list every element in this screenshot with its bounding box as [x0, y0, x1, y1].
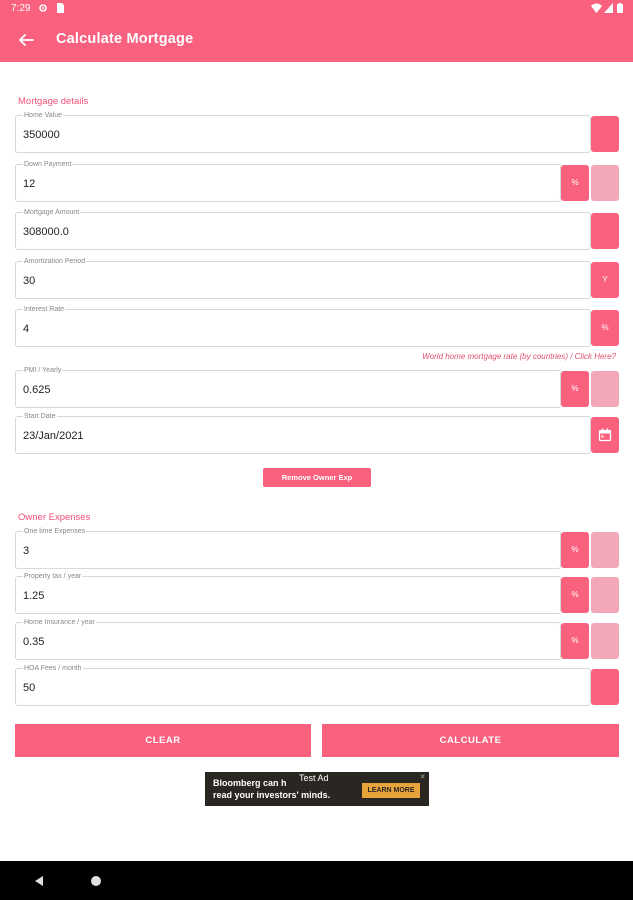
mortgage-amount-button[interactable]	[591, 213, 619, 249]
back-arrow-icon[interactable]	[14, 28, 38, 52]
start-date-input[interactable]: 23/Jan/2021	[23, 430, 84, 442]
pmi-label: PMI / Yearly	[23, 366, 63, 375]
remove-owner-exp-button[interactable]: Remove Owner Exp	[263, 468, 371, 487]
mortgage-amount-input[interactable]: 308000.0	[23, 226, 69, 238]
nav-back-icon[interactable]	[33, 875, 45, 887]
amortization-unit-button[interactable]: Y	[591, 262, 619, 298]
app-bar: Calculate Mortgage	[0, 18, 633, 62]
start-date-field[interactable]: Start Date 23/Jan/2021	[15, 412, 591, 454]
ad-banner[interactable]: Bloomberg can h read your investors' min…	[205, 772, 429, 806]
one-time-expenses-input[interactable]: 3	[23, 545, 29, 557]
pmi-field[interactable]: PMI / Yearly 0.625	[15, 366, 561, 408]
interest-rate-input[interactable]: 4	[23, 323, 29, 335]
one-time-expenses-field[interactable]: One time Expenses 3	[15, 527, 561, 569]
home-value-button[interactable]	[591, 116, 619, 152]
down-payment-field[interactable]: Down Payment 12	[15, 160, 561, 202]
signal-icon	[604, 3, 613, 13]
property-tax-field[interactable]: Property tax / year 1.25	[15, 572, 561, 614]
status-time: 7:29	[11, 3, 31, 14]
calculate-button[interactable]: CALCULATE	[322, 724, 619, 757]
amortization-period-field[interactable]: Amortization Period 30	[15, 257, 591, 299]
home-insurance-input[interactable]: 0.35	[23, 636, 44, 648]
owner-expenses-heading: Owner Expenses	[18, 512, 91, 523]
down-payment-input[interactable]: 12	[23, 178, 35, 190]
gear-icon	[39, 4, 47, 12]
home-value-input[interactable]: 350000	[23, 129, 60, 141]
ad-learn-more-button[interactable]: LEARN MORE	[362, 783, 420, 798]
home-insurance-field[interactable]: Home Insurance / year 0.35	[15, 618, 561, 660]
pmi-input[interactable]: 0.625	[23, 384, 51, 396]
home-value-label: Home Value	[23, 111, 64, 120]
down-payment-unit-button[interactable]: %	[561, 165, 589, 201]
one-time-expenses-toggle-button[interactable]	[591, 532, 619, 568]
world-mortgage-rate-link[interactable]: World home mortgage rate (by countries) …	[422, 352, 616, 361]
interest-rate-field[interactable]: Interest Rate 4	[15, 305, 591, 347]
down-payment-label: Down Payment	[23, 160, 73, 169]
sim-card-icon	[57, 3, 64, 13]
home-insurance-unit-button[interactable]: %	[561, 623, 589, 659]
calendar-button[interactable]	[591, 417, 619, 453]
calendar-icon	[598, 428, 612, 442]
mortgage-amount-field[interactable]: Mortgage Amount 308000.0	[15, 208, 591, 250]
amortization-period-label: Amortization Period	[23, 257, 87, 266]
status-bar: 7:29	[0, 0, 633, 18]
nav-home-icon[interactable]	[91, 876, 101, 886]
hoa-fees-field[interactable]: HOA Fees / month 50	[15, 664, 591, 706]
test-ad-label: Test Ad	[299, 773, 329, 783]
property-tax-unit-button[interactable]: %	[561, 577, 589, 613]
ad-text-line2: read your investors' minds.	[213, 790, 331, 800]
property-tax-label: Property tax / year	[23, 572, 83, 581]
amortization-period-input[interactable]: 30	[23, 275, 35, 287]
battery-icon	[617, 3, 623, 13]
page-title: Calculate Mortgage	[56, 31, 194, 47]
interest-rate-unit-button[interactable]: %	[591, 310, 619, 346]
clear-button[interactable]: CLEAR	[15, 724, 311, 757]
property-tax-toggle-button[interactable]	[591, 577, 619, 613]
pmi-toggle-button[interactable]	[591, 371, 619, 407]
interest-rate-label: Interest Rate	[23, 305, 66, 314]
one-time-expenses-unit-button[interactable]: %	[561, 532, 589, 568]
system-nav-bar	[0, 861, 633, 900]
down-payment-toggle-button[interactable]	[591, 165, 619, 201]
home-value-field[interactable]: Home Value 350000	[15, 111, 591, 153]
home-insurance-label: Home Insurance / year	[23, 618, 96, 627]
start-date-label: Start Date	[23, 412, 57, 421]
wifi-icon	[591, 3, 602, 13]
property-tax-input[interactable]: 1.25	[23, 590, 44, 602]
mortgage-amount-label: Mortgage Amount	[23, 208, 81, 217]
ad-close-icon[interactable]: ✕	[418, 773, 427, 782]
one-time-expenses-label: One time Expenses	[23, 527, 87, 536]
pmi-unit-button[interactable]: %	[561, 371, 589, 407]
hoa-fees-input[interactable]: 50	[23, 682, 35, 694]
hoa-fees-label: HOA Fees / month	[23, 664, 83, 673]
mortgage-details-heading: Mortgage details	[18, 96, 89, 107]
home-insurance-toggle-button[interactable]	[591, 623, 619, 659]
hoa-fees-button[interactable]	[591, 669, 619, 705]
